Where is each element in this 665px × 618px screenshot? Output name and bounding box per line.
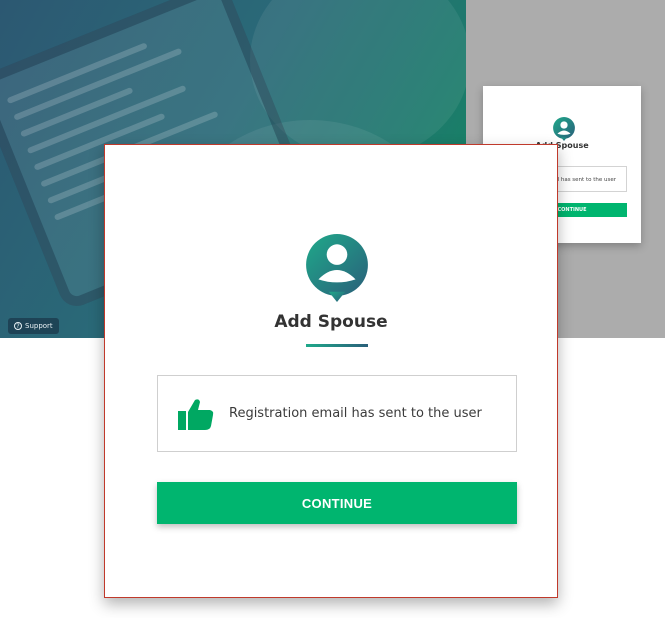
confirmation-message: Registration email has sent to the user [229,406,482,421]
dialog-title: Add Spouse [274,312,388,332]
question-icon: ? [14,322,22,330]
support-label: Support [25,322,53,330]
message-box: Registration email has sent to the user [157,375,517,452]
continue-button[interactable]: CONTINUE [157,482,517,524]
user-avatar-icon [306,234,368,302]
support-button[interactable]: ? Support [8,318,59,334]
user-avatar-icon [553,117,575,141]
thumbs-up-icon [178,398,214,430]
title-underline [306,344,368,347]
add-spouse-dialog: Add Spouse Registration email has sent t… [104,144,558,598]
